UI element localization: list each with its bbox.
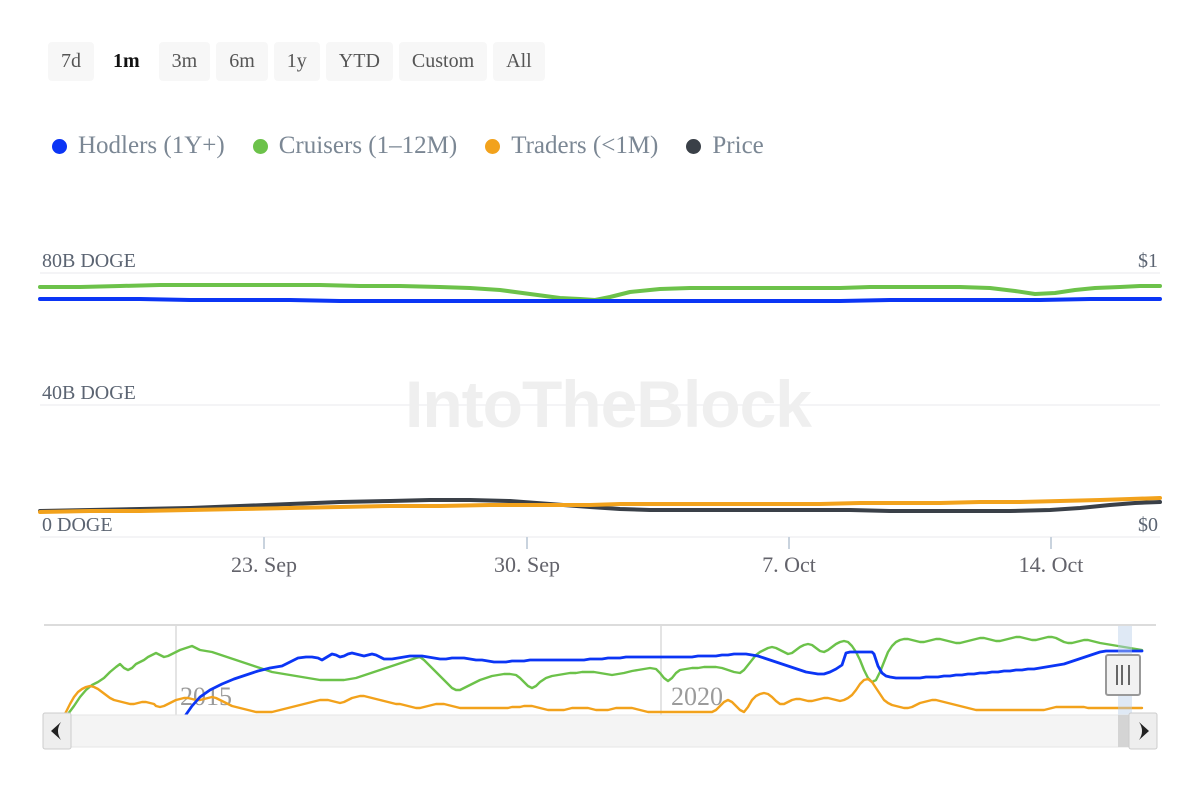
y-axis-right-label-0: $0 [1138,514,1158,536]
y-axis-right-label-1: $1 [1138,250,1158,272]
legend-label-hodlers: Hodlers (1Y+) [78,132,225,159]
navigator-year-label-2020: 2020 [671,682,723,711]
navigator-svg: 2015 2020 [42,624,1158,750]
legend-dot-cruisers-icon [252,138,268,154]
legend-label-cruisers: Cruisers (1–12M) [278,132,458,159]
x-tick-label-2: 7. Oct [762,552,816,577]
y-axis-label-0: 0 DOGE [42,514,113,536]
watermark-label: IntoTheBlock [405,367,812,441]
navigator-scroll-left-button[interactable] [42,712,72,750]
legend-dot-price-icon [686,138,702,154]
intotheblock-watermark: IntoTheBlock [405,367,813,441]
chart-legend: Hodlers (1Y+) Cruisers (1–12M) Traders (… [52,132,764,160]
legend-item-cruisers[interactable]: Cruisers (1–12M) [252,132,458,160]
legend-item-hodlers[interactable]: Hodlers (1Y+) [52,132,225,160]
navigator-right-handle[interactable] [1105,654,1141,696]
legend-dot-traders-icon [485,138,501,154]
legend-item-traders[interactable]: Traders (<1M) [485,132,658,160]
intotheblock-chart-widget: 7d 1m 3m 6m 1y YTD Custom All Hodlers (1… [0,0,1200,800]
chart-navigator[interactable]: 2015 2020 [0,620,1200,760]
x-axis-tick-labels: 23. Sep 30. Sep 7. Oct 14. Oct [231,552,1084,577]
main-chart-svg: IntoTheBlock 80B DOGE 40B DOGE 0 DOGE $1… [38,250,1162,549]
navigator-scroll-right-button[interactable] [1128,712,1158,750]
legend-dot-hodlers-icon [52,138,67,154]
range-button-1m[interactable]: 1m [100,42,153,81]
x-tick-label-0: 23. Sep [231,552,297,577]
range-button-all[interactable]: All [493,42,545,81]
range-button-6m[interactable]: 6m [216,42,268,81]
navigator-year-label-2015: 2015 [180,682,232,711]
range-button-3m[interactable]: 3m [158,42,211,81]
x-tick-label-1: 30. Sep [494,552,560,577]
range-button-custom[interactable]: Custom [398,42,488,81]
range-button-7d[interactable]: 7d [48,42,94,81]
main-chart-plot[interactable]: IntoTheBlock 80B DOGE 40B DOGE 0 DOGE $1… [0,215,1200,577]
range-button-1y[interactable]: 1y [273,42,320,81]
date-range-selector: 7d 1m 3m 6m 1y YTD Custom All [48,42,545,81]
legend-label-traders: Traders (<1M) [511,132,659,159]
series-line-cruisers [38,283,1162,302]
range-button-ytd[interactable]: YTD [325,42,393,81]
legend-label-price: Price [712,132,764,159]
x-tick-label-3: 14. Oct [1019,552,1084,577]
y-axis-label-40b: 40B DOGE [42,382,136,404]
series-line-hodlers [38,297,1162,303]
navigator-scrollbar-track[interactable] [43,714,1157,748]
y-axis-label-80b: 80B DOGE [42,250,136,272]
legend-item-price[interactable]: Price [686,132,764,160]
